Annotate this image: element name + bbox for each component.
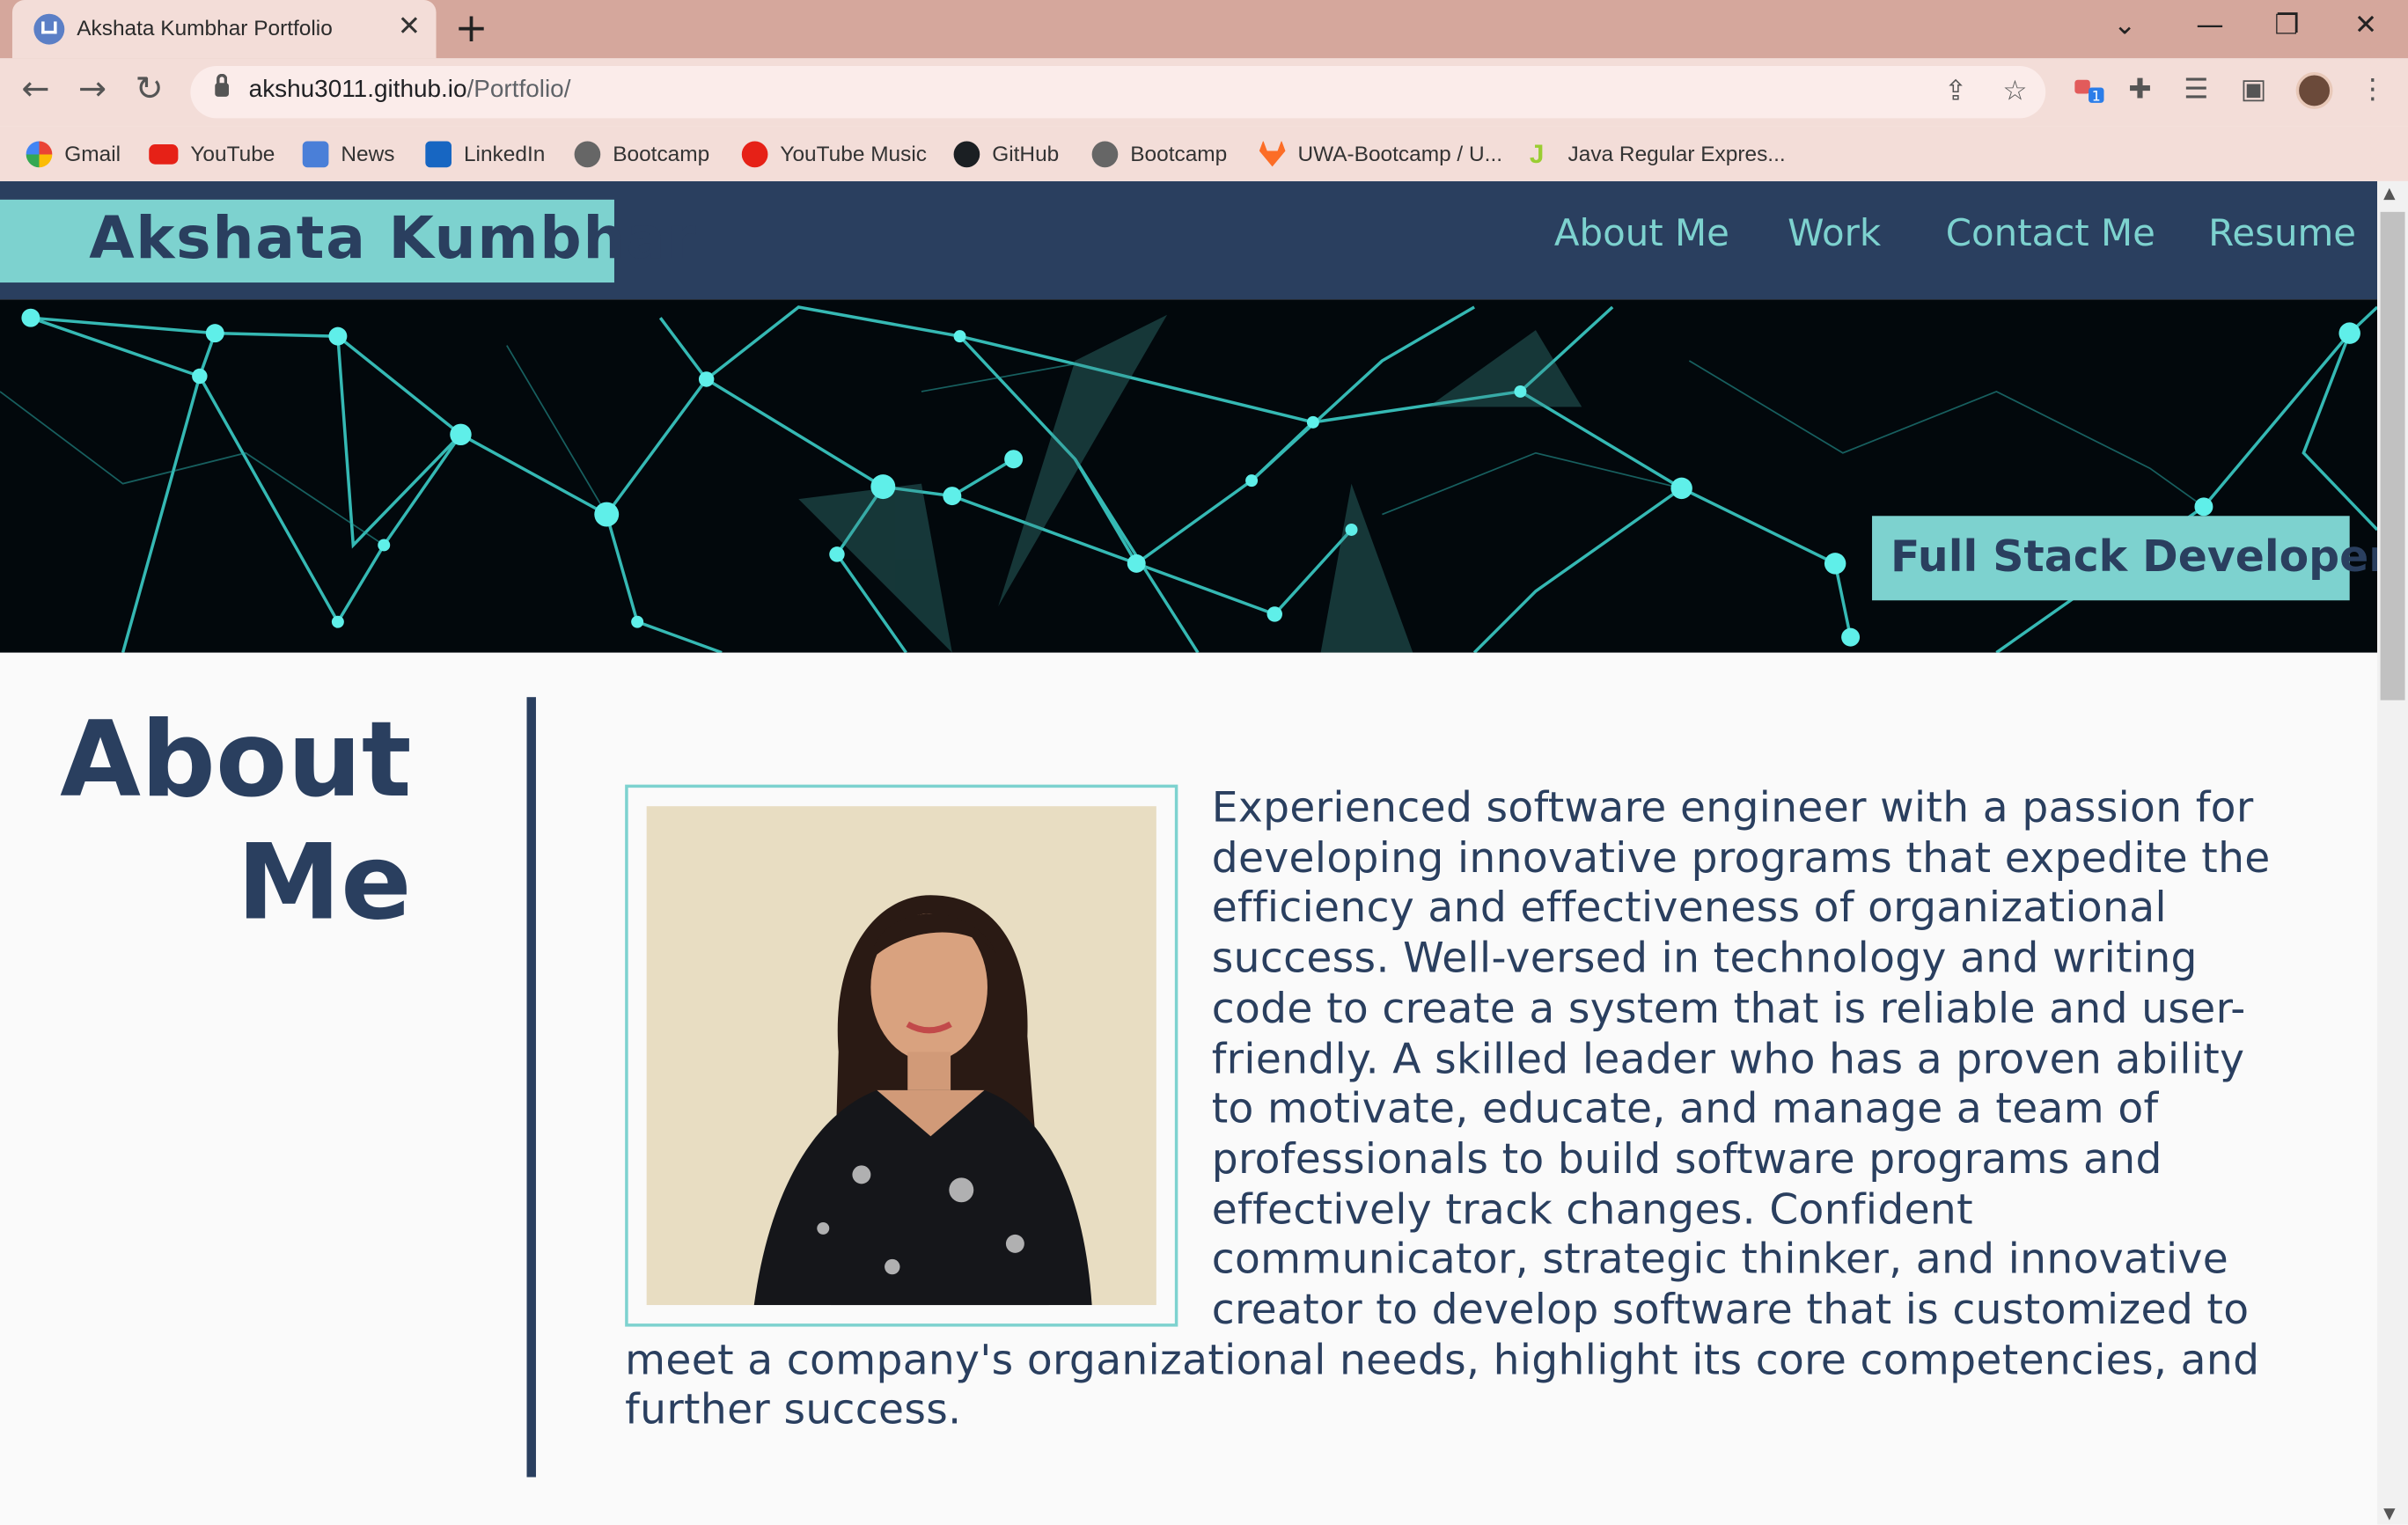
about-heading-line1: About bbox=[60, 700, 412, 822]
close-tab-icon[interactable]: ✕ bbox=[398, 11, 421, 44]
bookmark-label: UWA-Bootcamp / U... bbox=[1297, 141, 1503, 166]
menu-kebab-icon[interactable]: ⋮ bbox=[2359, 74, 2386, 106]
bookmark-label: LinkedIn bbox=[463, 141, 546, 166]
linkedin-icon bbox=[425, 140, 452, 167]
globe-icon bbox=[1091, 140, 1119, 167]
share-icon[interactable]: ⇪ bbox=[1944, 76, 1967, 108]
restore-icon[interactable]: ❐ bbox=[2274, 9, 2299, 41]
scroll-up-arrow-icon[interactable]: ▲ bbox=[2383, 186, 2395, 202]
gitlab-icon bbox=[1259, 140, 1286, 167]
brand-name: Akshata Kumbhar bbox=[89, 204, 698, 272]
nav-resume[interactable]: Resume bbox=[2208, 212, 2356, 255]
nav-about-me[interactable]: About Me bbox=[1554, 212, 1729, 255]
bookmark-label: Java Regular Expres... bbox=[1567, 141, 1786, 166]
role-text: Full Stack Developer bbox=[1890, 531, 2378, 583]
bookmark-label: YouTube bbox=[190, 141, 275, 166]
bookmark-label: YouTube Music bbox=[780, 141, 927, 166]
home-favicon-icon bbox=[33, 13, 65, 45]
browser-toolbar: ← → ↻ akshu3011.github.io/Portfolio/ ⇪ ☆… bbox=[0, 58, 2408, 127]
browser-tab-strip: Akshata Kumbhar Portfolio ✕ + ⌄ — ❐ ✕ bbox=[0, 0, 2408, 59]
section-divider bbox=[526, 697, 536, 1477]
youtube-music-icon bbox=[741, 140, 768, 167]
google-icon bbox=[26, 140, 53, 167]
nav-work[interactable]: Work bbox=[1788, 212, 1881, 255]
site-header: Akshata Kumbhar About Me Work Contact Me… bbox=[0, 180, 2378, 300]
profile-photo bbox=[625, 784, 1178, 1327]
bookmark-label: News bbox=[341, 141, 395, 166]
bookmark-youtube[interactable]: YouTube bbox=[149, 136, 275, 172]
bookmark-gmail[interactable]: Gmail bbox=[26, 136, 121, 172]
role-badge: Full Stack Developer bbox=[1872, 516, 2377, 601]
reload-icon[interactable]: ↻ bbox=[136, 70, 164, 110]
hero-banner: Full Stack Developer bbox=[0, 299, 2378, 653]
bookmark-star-icon[interactable]: ☆ bbox=[2002, 76, 2027, 108]
url-path: /Portfolio/ bbox=[466, 77, 571, 103]
news-icon bbox=[302, 140, 329, 167]
minimize-icon[interactable]: — bbox=[2196, 9, 2223, 41]
brand-logo[interactable]: Akshata Kumbhar bbox=[0, 199, 696, 283]
about-heading: About Me bbox=[60, 700, 411, 946]
back-arrow-icon[interactable]: ← bbox=[21, 70, 49, 110]
new-tab-icon[interactable]: + bbox=[454, 6, 488, 52]
page-viewport: Akshata Kumbhar About Me Work Contact Me… bbox=[0, 180, 2378, 1525]
bookmark-news[interactable]: News bbox=[302, 136, 395, 172]
github-icon bbox=[953, 140, 980, 167]
profile-avatar[interactable] bbox=[2295, 72, 2333, 109]
about-heading-line2: Me bbox=[237, 823, 412, 945]
nav-contact-me[interactable]: Contact Me bbox=[1946, 212, 2155, 255]
tab-search-chevron-icon[interactable]: ⌄ bbox=[2113, 9, 2136, 41]
lock-icon bbox=[215, 73, 229, 97]
globe-icon bbox=[574, 140, 601, 167]
forward-arrow-icon[interactable]: → bbox=[78, 70, 106, 110]
bookmark-youtube-music[interactable]: YouTube Music bbox=[741, 136, 927, 172]
extensions-puzzle-icon[interactable]: ✚ bbox=[2128, 74, 2151, 106]
bookmark-java-regex[interactable]: J Java Regular Expres... bbox=[1530, 136, 1786, 172]
url-host: akshu3011.github.io bbox=[248, 77, 467, 103]
bookmark-label: Bootcamp bbox=[613, 141, 710, 166]
scrollbar-thumb[interactable] bbox=[2380, 211, 2405, 700]
bookmark-github[interactable]: GitHub bbox=[953, 136, 1060, 172]
bookmark-bootcamp-1[interactable]: Bootcamp bbox=[574, 136, 710, 172]
bookmark-label: GitHub bbox=[992, 141, 1060, 166]
about-content: Experienced software engineer with a pas… bbox=[625, 784, 2283, 1438]
bookmark-uwa-bootcamp[interactable]: UWA-Bootcamp / U... bbox=[1259, 136, 1502, 172]
address-bar[interactable]: akshu3011.github.io/Portfolio/ ⇪ ☆ bbox=[190, 66, 2046, 119]
youtube-icon bbox=[149, 143, 179, 164]
bookmark-label: Bootcamp bbox=[1130, 141, 1228, 166]
profile-photo-image bbox=[646, 806, 1156, 1306]
bookmarks-bar: Gmail YouTube News LinkedIn Bootcamp You… bbox=[0, 126, 2408, 181]
j-icon: J bbox=[1529, 138, 1545, 169]
bookmark-linkedin[interactable]: LinkedIn bbox=[425, 136, 545, 172]
browser-tab[interactable]: Akshata Kumbhar Portfolio ✕ bbox=[11, 0, 437, 59]
extension-icon[interactable]: 1 bbox=[2074, 74, 2104, 105]
window-close-icon[interactable]: ✕ bbox=[2354, 9, 2377, 41]
bookmark-bootcamp-2[interactable]: Bootcamp bbox=[1091, 136, 1228, 172]
scroll-down-arrow-icon[interactable]: ▼ bbox=[2383, 1507, 2395, 1523]
side-panel-icon[interactable]: ▣ bbox=[2241, 74, 2267, 106]
tab-title: Akshata Kumbhar Portfolio bbox=[77, 15, 333, 40]
bookmark-label: Gmail bbox=[64, 141, 121, 166]
extension-badge: 1 bbox=[2092, 87, 2101, 104]
reading-list-icon[interactable]: ☰ bbox=[2184, 74, 2208, 106]
url-text: akshu3011.github.io/Portfolio/ bbox=[249, 77, 571, 104]
